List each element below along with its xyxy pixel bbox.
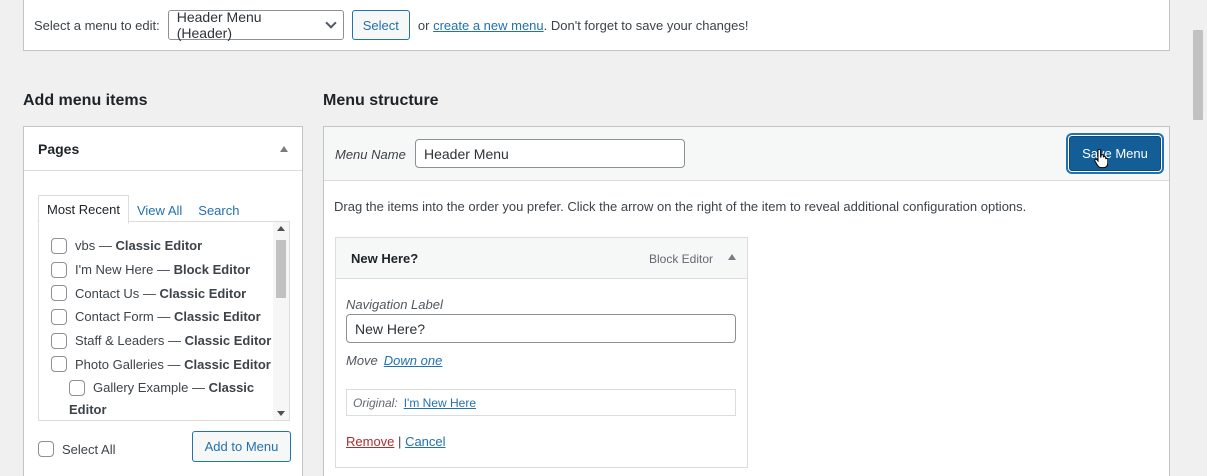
- tab-view-all[interactable]: View All: [129, 197, 190, 224]
- page-checkbox[interactable]: [69, 379, 85, 396]
- page-checkbox[interactable]: [51, 332, 67, 349]
- move-down-one-link[interactable]: Down one: [384, 353, 443, 368]
- menu-item-header[interactable]: New Here? Block Editor: [336, 238, 747, 279]
- menu-name-label: Menu Name: [335, 147, 406, 162]
- action-separator: |: [398, 434, 402, 449]
- pages-list-scrollbar[interactable]: [273, 222, 289, 420]
- original-label: Original:: [353, 395, 398, 410]
- menu-structure-panel: Menu Name Header Menu Save Menu Drag the…: [323, 126, 1170, 476]
- pages-panel: Pages Most Recent View All Search vbs — …: [23, 126, 303, 476]
- list-item[interactable]: Staff & Leaders — Classic Editor: [39, 329, 289, 353]
- wrapped-editor-text: Editor: [69, 402, 107, 418]
- navigation-label-label: Navigation Label: [346, 297, 443, 312]
- drag-instructions: Drag the items into the order you prefer…: [334, 199, 1027, 214]
- add-menu-items-heading: Add menu items: [23, 92, 148, 109]
- page-checkbox[interactable]: [51, 308, 67, 325]
- list-item[interactable]: I'm New Here — Block Editor: [39, 258, 289, 282]
- menu-select-bar: Select a menu to edit: Header Menu (Head…: [23, 0, 1170, 51]
- save-menu-button[interactable]: Save Menu: [1069, 136, 1161, 171]
- list-item[interactable]: vbs — Classic Editor: [39, 234, 289, 258]
- list-item[interactable]: Contact Us — Classic Editor: [39, 281, 289, 305]
- tab-search[interactable]: Search: [190, 197, 247, 224]
- list-item[interactable]: Gallery Example — Classic: [39, 376, 289, 400]
- selected-menu-value: Header Menu (Header): [176, 9, 262, 41]
- menu-select-dropdown[interactable]: Header Menu (Header): [167, 9, 344, 41]
- menu-item-type: Block Editor: [649, 252, 714, 266]
- scroll-up-icon[interactable]: [277, 226, 285, 231]
- add-to-menu-button[interactable]: Add to Menu: [192, 431, 291, 462]
- list-item[interactable]: Photo Galleries — Classic Editor: [39, 352, 289, 376]
- menu-item-title: New Here?: [351, 251, 419, 266]
- menu-name-input[interactable]: Header Menu: [415, 139, 685, 168]
- pages-title: Pages: [38, 140, 80, 157]
- pages-list-scrollbar-thumb[interactable]: [276, 240, 286, 298]
- or-text: or create a new menu. Don't forget to sa…: [417, 17, 749, 33]
- page-scrollbar-thumb[interactable]: [1193, 30, 1203, 120]
- menu-structure-heading: Menu structure: [323, 92, 439, 109]
- scroll-down-icon[interactable]: [277, 411, 285, 416]
- chevron-down-icon: [325, 17, 337, 29]
- page-checkbox[interactable]: [51, 261, 67, 278]
- list-item[interactable]: Contact Form — Classic Editor: [39, 305, 289, 329]
- select-all-checkbox[interactable]: [38, 441, 54, 457]
- select-all-label: Select All: [62, 441, 116, 457]
- hand-cursor-icon: [1094, 149, 1108, 169]
- collapse-arrow-icon[interactable]: [728, 254, 736, 260]
- menu-item-card: New Here? Block Editor Navigation Label …: [335, 237, 748, 468]
- original-page-link[interactable]: I'm New Here: [404, 396, 476, 410]
- select-all[interactable]: Select All: [38, 441, 115, 457]
- page-checkbox[interactable]: [51, 237, 67, 254]
- page-scrollbar[interactable]: [1189, 0, 1207, 476]
- pages-tabs: Most Recent View All Search: [38, 195, 247, 224]
- reminder-text: . Don't forget to save your changes!: [543, 17, 749, 33]
- move-label: Move: [346, 353, 378, 368]
- menu-header: Menu Name Header Menu Save Menu: [324, 127, 1169, 181]
- page-checkbox[interactable]: [51, 285, 67, 302]
- tab-most-recent[interactable]: Most Recent: [38, 195, 129, 224]
- item-actions: Remove | Cancel: [346, 434, 446, 449]
- page-checkbox[interactable]: [51, 356, 67, 373]
- collapse-arrow-icon[interactable]: [280, 145, 288, 152]
- remove-link[interactable]: Remove: [346, 434, 394, 449]
- cancel-link[interactable]: Cancel: [405, 434, 445, 449]
- move-row: Move Down one: [346, 353, 442, 368]
- pages-panel-header[interactable]: Pages: [24, 127, 302, 171]
- select-menu-label: Select a menu to edit:: [34, 17, 160, 33]
- navigation-label-input[interactable]: New Here?: [346, 314, 736, 343]
- select-button[interactable]: Select: [351, 10, 410, 40]
- pages-list: vbs — Classic Editor I'm New Here — Bloc…: [38, 221, 290, 421]
- create-new-menu-link[interactable]: create a new menu: [433, 18, 544, 33]
- original-box: Original: I'm New Here: [346, 389, 736, 416]
